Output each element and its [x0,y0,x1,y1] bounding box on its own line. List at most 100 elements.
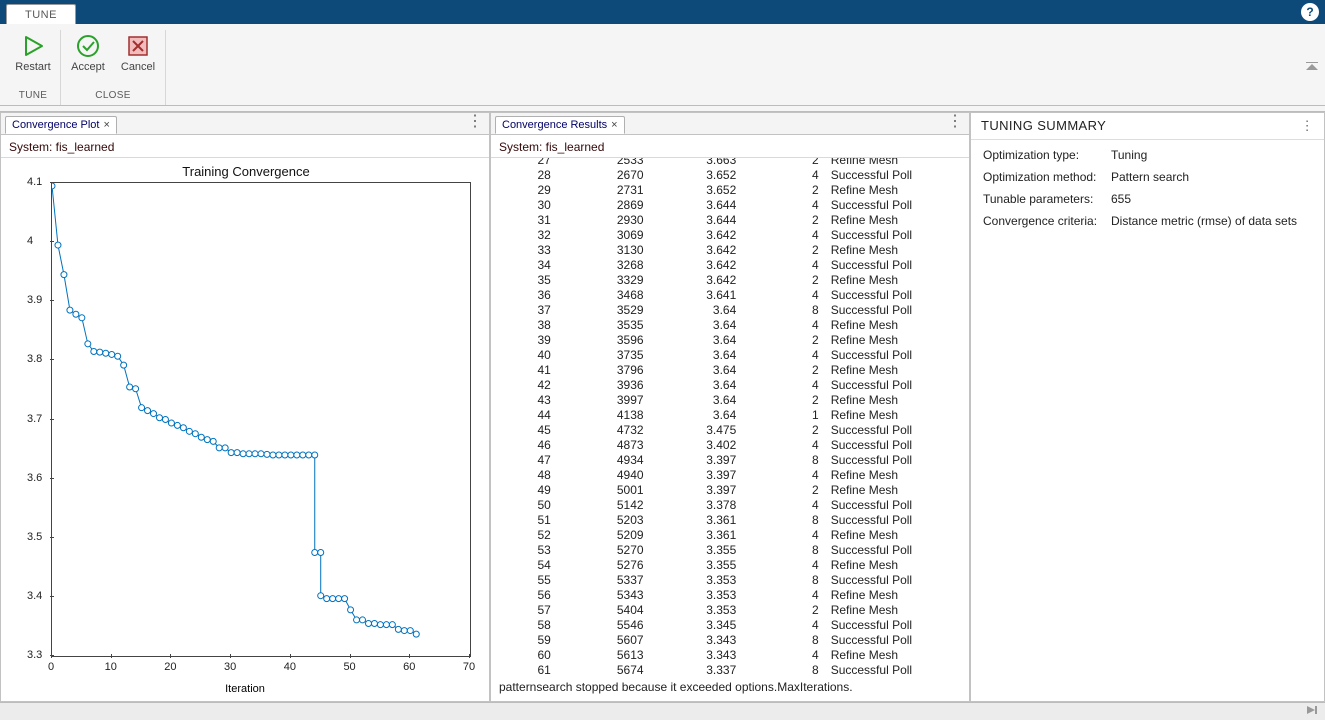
plot-box [51,182,471,657]
panel-menu-icon[interactable]: ⋮ [947,117,963,127]
skip-end-icon[interactable] [1305,704,1325,719]
results-system-label: System: fis_learned [491,135,969,158]
cancel-button[interactable]: Cancel [115,30,161,76]
chart-title: Training Convergence [11,164,481,179]
accept-label: Accept [71,61,105,73]
table-row: 4950013.3972Refine Mesh [495,483,969,498]
x-tick-label: 50 [343,661,355,673]
table-row: 5855463.3454Successful Poll [495,618,969,633]
y-tick-label: 3.3 [27,649,42,661]
panel-convergence-plot: Convergence Plot × ⋮ System: fis_learned… [0,112,490,702]
table-row: 5956073.3438Successful Poll [495,633,969,648]
table-row: 3331303.6422Refine Mesh [495,243,969,258]
y-tick-label: 4.1 [27,176,42,188]
table-row: 4037353.644Successful Poll [495,348,969,363]
summary-row: Optimization type:Tuning [983,148,1312,162]
table-row: 5452763.3554Refine Mesh [495,558,969,573]
summary-title-bar: TUNING SUMMARY ⋮ [971,113,1324,140]
table-row: 3028693.6444Successful Poll [495,198,969,213]
summary-key: Optimization method: [983,170,1111,184]
table-row: 4547323.4752Successful Poll [495,423,969,438]
x-tick-label: 60 [403,661,415,673]
table-row: 3735293.648Successful Poll [495,303,969,318]
plot-system-label: System: fis_learned [1,135,489,158]
table-row: 2725333.6632Refine Mesh [495,158,969,168]
chart-svg [52,183,470,656]
restart-label: Restart [15,61,50,73]
play-icon [20,33,46,59]
x-tick-label: 0 [48,661,54,673]
table-row: 5553373.3538Successful Poll [495,573,969,588]
table-row: 5152033.3618Successful Poll [495,513,969,528]
table-row: 5754043.3532Refine Mesh [495,603,969,618]
summary-row: Tunable parameters:655 [983,192,1312,206]
cancel-label: Cancel [121,61,155,73]
table-row: 5653433.3534Refine Mesh [495,588,969,603]
table-row: 4849403.3974Refine Mesh [495,468,969,483]
summary-key: Optimization type: [983,148,1111,162]
plot-tabbar: Convergence Plot × ⋮ [1,113,489,135]
x-tick-label: 20 [164,661,176,673]
results-table: 2725333.6632Refine Mesh2826703.6524Succe… [495,158,969,678]
table-row: 3533293.6422Refine Mesh [495,273,969,288]
tab-convergence-plot[interactable]: Convergence Plot × [5,116,117,134]
table-row: 3432683.6424Successful Poll [495,258,969,273]
summary-value: Pattern search [1111,170,1312,184]
x-tick-label: 40 [284,661,296,673]
y-tick-label: 3.8 [27,353,42,365]
results-scroll[interactable]: 2725333.6632Refine Mesh2826703.6524Succe… [491,158,969,701]
table-row: 4137963.642Refine Mesh [495,363,969,378]
title-bar: TUNE ? [0,0,1325,24]
summary-key: Tunable parameters: [983,192,1111,206]
table-row: 4648733.4024Successful Poll [495,438,969,453]
table-row: 2826703.6524Successful Poll [495,168,969,183]
table-row: 6156743.3378Successful Poll [495,663,969,678]
table-row: 3935963.642Refine Mesh [495,333,969,348]
table-row: 6056133.3434Refine Mesh [495,648,969,663]
x-tick-label: 30 [224,661,236,673]
panel-menu-icon[interactable]: ⋮ [467,117,483,127]
table-row: 3835353.644Refine Mesh [495,318,969,333]
table-row: 4239363.644Successful Poll [495,378,969,393]
table-row: 5051423.3784Successful Poll [495,498,969,513]
close-tab-icon[interactable]: × [611,119,617,131]
x-tick-label: 10 [105,661,117,673]
summary-title: TUNING SUMMARY [981,118,1106,134]
tab-label: Convergence Results [502,119,607,131]
x-tick-label: 70 [463,661,475,673]
table-row: 2927313.6522Refine Mesh [495,183,969,198]
tool-group-tune: Restart TUNE [6,30,61,105]
y-tick-label: 3.4 [27,590,42,602]
x-square-icon [125,33,151,59]
table-row: 4441383.641Refine Mesh [495,408,969,423]
y-tick-label: 4 [27,235,33,247]
summary-row: Optimization method:Pattern search [983,170,1312,184]
table-row: 5352703.3558Successful Poll [495,543,969,558]
table-row: 4749343.3978Successful Poll [495,453,969,468]
table-row: 3634683.6414Successful Poll [495,288,969,303]
close-tab-icon[interactable]: × [103,119,109,131]
workspace: Convergence Plot × ⋮ System: fis_learned… [0,112,1325,702]
group-label-tune: TUNE [19,88,47,105]
panel-menu-icon[interactable]: ⋮ [1301,118,1314,134]
y-tick-label: 3.6 [27,472,42,484]
panel-convergence-results: Convergence Results × ⋮ System: fis_lear… [490,112,970,702]
restart-button[interactable]: Restart [10,30,56,76]
chart-area: Training Convergence Optimization Cost (… [1,158,489,701]
summary-value: Distance metric (rmse) of data sets [1111,214,1312,228]
summary-row: Convergence criteria:Distance metric (rm… [983,214,1312,228]
results-tabbar: Convergence Results × ⋮ [491,113,969,135]
ribbon-tab-tune[interactable]: TUNE [6,4,76,24]
x-axis-label: Iteration [225,683,265,695]
table-row: 3230693.6424Successful Poll [495,228,969,243]
tab-convergence-results[interactable]: Convergence Results × [495,116,625,134]
tool-group-close: Accept Cancel CLOSE [61,30,166,105]
group-label-close: CLOSE [95,88,130,105]
summary-key: Convergence criteria: [983,214,1111,228]
help-icon[interactable]: ? [1301,3,1319,21]
accept-button[interactable]: Accept [65,30,111,76]
panel-tuning-summary: TUNING SUMMARY ⋮ Optimization type:Tunin… [970,112,1325,702]
tab-label: Convergence Plot [12,119,99,131]
y-tick-label: 3.5 [27,531,42,543]
collapse-ribbon-icon[interactable] [1305,61,1325,75]
